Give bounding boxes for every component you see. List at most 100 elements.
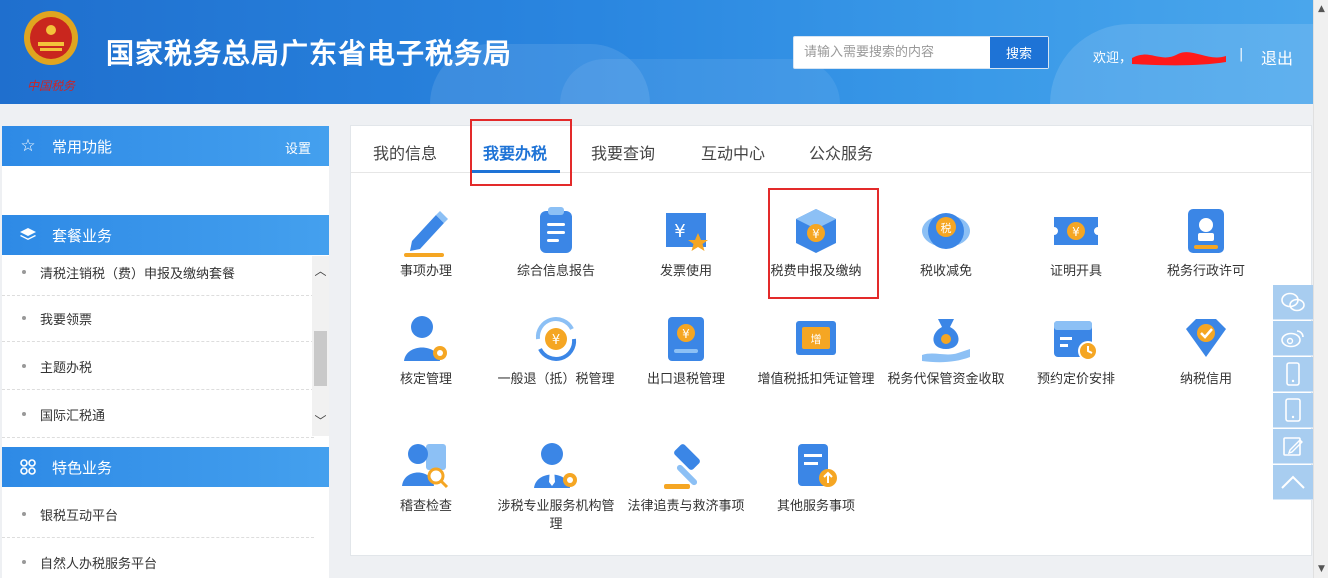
sidebar-item-label: 自然人办税服务平台	[40, 557, 158, 572]
tab-public-service[interactable]: 公众服务	[809, 140, 873, 164]
service-item-agency[interactable]: 涉税专业服务机构管理	[496, 438, 616, 534]
svg-text:增: 增	[811, 332, 822, 346]
highlight-box-tab	[470, 119, 572, 186]
welcome-text: 欢迎，	[1093, 51, 1133, 66]
tab-interaction[interactable]: 互动中心	[701, 140, 765, 164]
sidebar-section-title: 常用功能	[52, 138, 113, 156]
sidebar: ☆ 常用功能 设置 套餐业务 清税注销税（费）申报及缴纳套餐 我要领票 主题办税…	[2, 126, 329, 578]
service-label: 增值税抵扣凭证管理	[757, 372, 875, 387]
wechat-button[interactable]	[1273, 285, 1313, 320]
feedback-icon	[1283, 437, 1303, 456]
logout-link[interactable]: 退出	[1261, 45, 1293, 69]
service-item-certificate[interactable]: ¥ 证明开具	[1016, 203, 1136, 281]
tablet-icon	[1285, 398, 1301, 422]
service-label: 税费申报及缴纳	[770, 264, 862, 279]
chevron-down-icon[interactable]: ﹀	[314, 414, 327, 428]
service-item-legal[interactable]: 法律追责与救济事项	[626, 438, 746, 516]
calendar-clock-icon	[1054, 321, 1098, 361]
settings-link[interactable]: 设置	[285, 138, 311, 157]
star-icon: ☆	[20, 136, 36, 156]
service-label: 涉税专业服务机构管理	[497, 499, 615, 532]
service-item-vat-voucher[interactable]: 增 增值税抵扣凭证管理	[756, 311, 876, 389]
sidebar-section-title: 套餐业务	[52, 227, 113, 245]
weibo-icon	[1281, 330, 1304, 348]
service-item-pricing[interactable]: 预约定价安排	[1016, 311, 1136, 389]
service-item-info-report[interactable]: 综合信息报告	[496, 203, 616, 281]
service-label: 证明开具	[1049, 264, 1102, 279]
service-label: 事项办理	[399, 264, 452, 279]
tablet-button[interactable]	[1273, 393, 1313, 428]
service-label: 一般退（抵）税管理	[497, 372, 615, 387]
mobile-button[interactable]	[1273, 357, 1313, 392]
scroll-up-icon[interactable]: ▲	[1318, 4, 1325, 14]
sidebar-item-intl-remit[interactable]: 国际汇税通	[2, 390, 314, 438]
service-label: 稽查检查	[399, 499, 452, 514]
yuan-box-icon: ¥	[796, 209, 836, 253]
sidebar-section-title: 特色业务	[52, 459, 113, 477]
service-item-assessment[interactable]: 核定管理	[366, 311, 486, 389]
weibo-button[interactable]	[1273, 321, 1313, 356]
feedback-button[interactable]	[1273, 429, 1313, 464]
scroll-down-icon[interactable]: ▼	[1318, 564, 1325, 574]
sidebar-section-feature[interactable]: 特色业务	[2, 447, 329, 487]
layers-icon	[20, 228, 36, 240]
bullet	[22, 316, 26, 320]
emblem-caption: 中国税务	[27, 79, 76, 93]
tab-query[interactable]: 我要查询	[591, 140, 655, 164]
service-label: 核定管理	[399, 372, 452, 387]
svg-text:¥: ¥	[552, 333, 560, 348]
service-label: 综合信息报告	[516, 264, 595, 279]
page-scrollbar[interactable]: ▲ ▼	[1313, 0, 1328, 578]
diamond-check-icon	[1186, 319, 1226, 357]
bullet	[22, 512, 26, 516]
document-list-icon	[540, 207, 572, 253]
service-item-custody-fund[interactable]: 税务代保管资金收取	[886, 311, 1006, 389]
sidebar-item-label: 我要领票	[40, 313, 93, 328]
service-item-admin-permit[interactable]: 税务行政许可	[1146, 203, 1266, 281]
back-to-top-icon	[1281, 475, 1305, 489]
site-title: 国家税务总局广东省电子税务局	[106, 37, 513, 70]
search-box: 搜索	[793, 36, 1049, 69]
wechat-icon	[1281, 292, 1305, 312]
service-item-credit[interactable]: 纳税信用	[1146, 311, 1266, 389]
service-item-other[interactable]: 其他服务事项	[756, 438, 876, 516]
license-stamp-icon	[1188, 209, 1224, 253]
search-button[interactable]: 搜索	[990, 37, 1048, 68]
svg-text:¥: ¥	[1072, 225, 1080, 239]
sidebar-item-natural-person[interactable]: 自然人办税服务平台	[2, 538, 314, 578]
sidebar-section-common[interactable]: ☆ 常用功能 设置	[2, 126, 329, 166]
service-label: 税务代保管资金收取	[887, 372, 1005, 387]
sidebar-item-bank-tax[interactable]: 银税互动平台	[2, 490, 314, 538]
gavel-icon	[664, 444, 700, 489]
yuan-refund-icon: ¥	[535, 317, 577, 361]
service-item-matter[interactable]: 事项办理	[366, 203, 486, 281]
page-root: 中国税务 国家税务总局广东省电子税务局 搜索 欢迎， | 退出 ▲ ▼ ☆ 常用…	[0, 0, 1328, 578]
back-to-top-button[interactable]	[1273, 465, 1313, 500]
service-label: 其他服务事项	[776, 499, 855, 514]
chevron-up-icon[interactable]: ︿	[314, 264, 327, 278]
sidebar-item-label: 主题办税	[40, 361, 93, 376]
service-item-export-refund[interactable]: ¥ 出口退税管理	[626, 311, 746, 389]
sidebar-scrollbar[interactable]: ︿ ﹀	[312, 256, 329, 436]
tab-my-info[interactable]: 我的信息	[373, 140, 437, 164]
money-bag-hand-icon	[922, 319, 970, 363]
yuan-ticket-icon: ¥	[1054, 217, 1098, 245]
user-gear-icon	[404, 316, 447, 361]
service-item-invoice[interactable]: ¥ 发票使用	[626, 203, 746, 281]
search-input[interactable]	[794, 37, 990, 68]
svg-text:¥: ¥	[682, 327, 690, 341]
scroll-thumb[interactable]	[314, 331, 327, 386]
service-item-refund[interactable]: ¥ 一般退（抵）税管理	[496, 311, 616, 389]
sidebar-item-get-invoice[interactable]: 我要领票	[2, 294, 314, 342]
sidebar-item-deregister-package[interactable]: 清税注销税（费）申报及缴纳套餐	[2, 248, 314, 296]
service-item-inspection[interactable]: 稽查检查	[366, 438, 486, 516]
svg-text:税: 税	[941, 221, 952, 235]
header-separator: |	[1239, 47, 1244, 62]
vat-ticket-icon: 增	[796, 321, 836, 355]
service-item-tax-declare[interactable]: ¥ 税费申报及缴纳	[756, 203, 876, 281]
service-label: 预约定价安排	[1036, 372, 1115, 387]
main-panel: 我的信息 我要办税 我要查询 互动中心 公众服务 事项办理 综合信息报告 ¥ 发…	[350, 119, 1312, 556]
service-item-tax-relief[interactable]: 税 税收减免	[886, 203, 1006, 281]
sidebar-item-theme-tax[interactable]: 主题办税	[2, 342, 314, 390]
tax-emblem-icon[interactable]: 中国税务	[16, 8, 86, 96]
